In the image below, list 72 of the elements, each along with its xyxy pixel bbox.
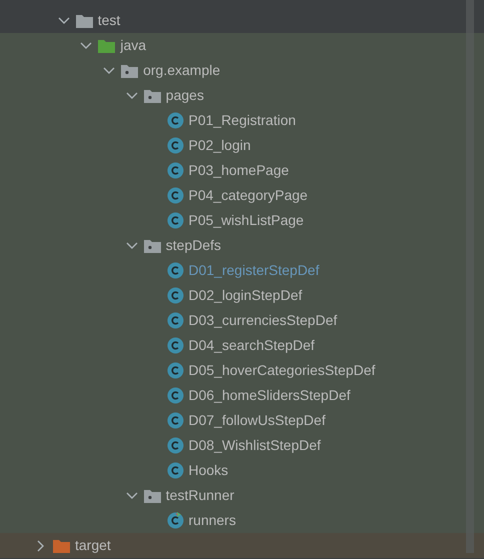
class-icon (166, 387, 184, 404)
tree-row[interactable]: stepDefs (0, 233, 484, 258)
class-name[interactable]: D04_searchStepDef (188, 335, 315, 356)
tree-row[interactable]: D06_homeSlidersStepDef (0, 383, 484, 408)
tree-row[interactable]: D05_hoverCategoriesStepDef (0, 358, 484, 383)
class-name[interactable]: D06_homeSlidersStepDef (188, 385, 350, 406)
folder-icon (76, 14, 93, 28)
tree-row[interactable]: Hooks (0, 458, 484, 483)
package-folder-icon (121, 64, 138, 78)
tree-row[interactable]: target (0, 533, 484, 558)
chevron-down-icon[interactable] (126, 90, 138, 102)
folder-name[interactable]: test (98, 10, 120, 31)
folder-icon (53, 538, 70, 552)
tree-row[interactable]: P02_login (0, 133, 484, 158)
tree-row[interactable]: D04_searchStepDef (0, 333, 484, 358)
class-name[interactable]: Hooks (188, 460, 228, 481)
class-name[interactable]: D02_loginStepDef (188, 285, 302, 306)
class-name[interactable]: D01_registerStepDef (188, 260, 320, 281)
tree-row[interactable]: D01_registerStepDef (0, 258, 484, 283)
package-folder-icon (144, 88, 161, 102)
class-icon (166, 137, 184, 154)
class-icon (166, 212, 184, 229)
class-name[interactable]: D08_WishlistStepDef (188, 435, 321, 456)
tree-row[interactable]: P05_wishListPage (0, 208, 484, 233)
tree-row[interactable]: org.example (0, 58, 484, 83)
package-folder-icon (144, 238, 161, 252)
class-name[interactable]: P01_Registration (188, 110, 296, 131)
tree-row[interactable]: D02_loginStepDef (0, 283, 484, 308)
chevron-down-icon[interactable] (126, 240, 138, 252)
tree-row[interactable]: P01_Registration (0, 108, 484, 133)
class-name[interactable]: P02_login (188, 135, 251, 156)
class-icon (166, 162, 184, 179)
chevron-down-icon[interactable] (80, 40, 92, 52)
chevron-down-icon[interactable] (103, 64, 116, 76)
chevron-down-icon[interactable] (126, 490, 138, 502)
chevron-down-icon[interactable] (58, 14, 70, 26)
class-icon (166, 462, 184, 479)
folder-name[interactable]: testRunner (166, 485, 234, 506)
tree-row[interactable]: D07_followUsStepDef (0, 408, 484, 433)
class-icon (166, 362, 184, 379)
class-name[interactable]: runners (188, 510, 236, 531)
tree-row[interactable]: P04_categoryPage (0, 183, 484, 208)
class-icon (166, 287, 184, 304)
folder-name[interactable]: java (120, 35, 146, 56)
class-name[interactable]: P04_categoryPage (188, 185, 308, 206)
tree-row[interactable]: java (0, 33, 484, 58)
folder-name[interactable]: target (75, 535, 111, 556)
tree-row[interactable]: D03_currenciesStepDef (0, 308, 484, 333)
tree-row[interactable]: D08_WishlistStepDef (0, 433, 484, 458)
tree-row[interactable]: testRunner (0, 483, 484, 508)
class-icon (166, 112, 184, 129)
package-folder-icon (144, 488, 161, 502)
class-icon (166, 412, 184, 429)
class-icon (166, 437, 184, 454)
scrollbar[interactable] (466, 0, 474, 553)
class-icon (166, 337, 184, 354)
class-name[interactable]: D05_hoverCategoriesStepDef (188, 360, 376, 381)
class-icon (166, 187, 184, 204)
tree-row[interactable]: pages (0, 83, 484, 108)
class-name[interactable]: D03_currenciesStepDef (188, 310, 338, 331)
folder-name[interactable]: org.example (143, 60, 220, 81)
folder-name[interactable]: stepDefs (166, 235, 222, 256)
class-name[interactable]: P05_wishListPage (188, 210, 304, 231)
class-icon (166, 262, 184, 279)
class-icon (166, 312, 184, 329)
tree-row[interactable]: runners (0, 508, 484, 533)
folder-icon (98, 38, 116, 52)
class-name[interactable]: D07_followUsStepDef (188, 410, 326, 431)
class-icon (166, 512, 184, 529)
folder-name[interactable]: pages (166, 85, 204, 106)
class-name[interactable]: P03_homePage (188, 160, 289, 181)
tree-row[interactable]: P03_homePage (0, 158, 484, 183)
